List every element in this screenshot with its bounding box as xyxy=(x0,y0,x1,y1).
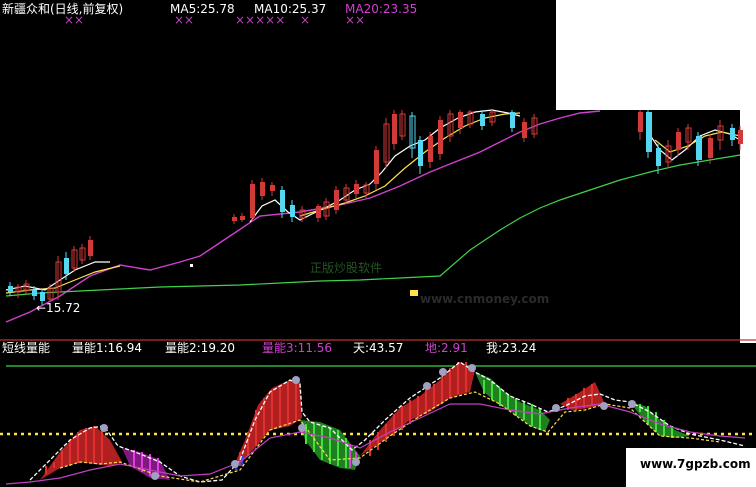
signal-markers xyxy=(100,364,636,480)
watermark-top: 正版炒股软件 xyxy=(310,261,382,275)
blank-area-right xyxy=(740,110,756,343)
indicator-band-6 xyxy=(475,372,550,432)
indicator-band-8 xyxy=(630,402,690,438)
marker-group-4: × xyxy=(300,13,310,27)
indicator-v3: 量能3:11.56 xyxy=(262,341,332,355)
ma10-line xyxy=(5,265,121,294)
indicator-name: 短线量能 xyxy=(2,341,50,355)
chart-canvas[interactable]: 新疆众和(日线,前复权) MA5:25.78 MA10:25.37 MA20:2… xyxy=(0,0,756,487)
stock-title: 新疆众和(日线,前复权) xyxy=(2,1,123,16)
low-price-label: ←15.72 xyxy=(36,301,80,315)
indicator-band-5 xyxy=(360,362,475,456)
indicator-v6: 我:23.24 xyxy=(486,341,536,355)
indicator-v5: 地:2.91 xyxy=(425,341,468,355)
watermark-url: www.cnmoney.com xyxy=(420,292,549,306)
marker-group-5: ×× xyxy=(345,13,365,27)
blank-area-top-right xyxy=(556,0,756,110)
indicator-v4: 天:43.57 xyxy=(353,341,403,355)
marker-group-2: ×× xyxy=(174,13,194,27)
candles-mid xyxy=(232,110,538,224)
indicator-band-2 xyxy=(122,448,170,480)
watermark-dot xyxy=(410,290,418,296)
indicator-v1: 量能1:16.94 xyxy=(72,341,142,355)
marker-group-1: ×× xyxy=(64,13,84,27)
indicator-v2: 量能2:19.20 xyxy=(165,341,235,355)
chart-screen: 新疆众和(日线,前复权) MA5:25.78 MA10:25.37 MA20:2… xyxy=(0,0,756,487)
marker-group-3: ××××× xyxy=(235,13,285,27)
footer-watermark: www.7gpzb.com xyxy=(640,457,751,471)
candles-right xyxy=(638,110,743,174)
indicator-band-3 xyxy=(232,380,302,470)
